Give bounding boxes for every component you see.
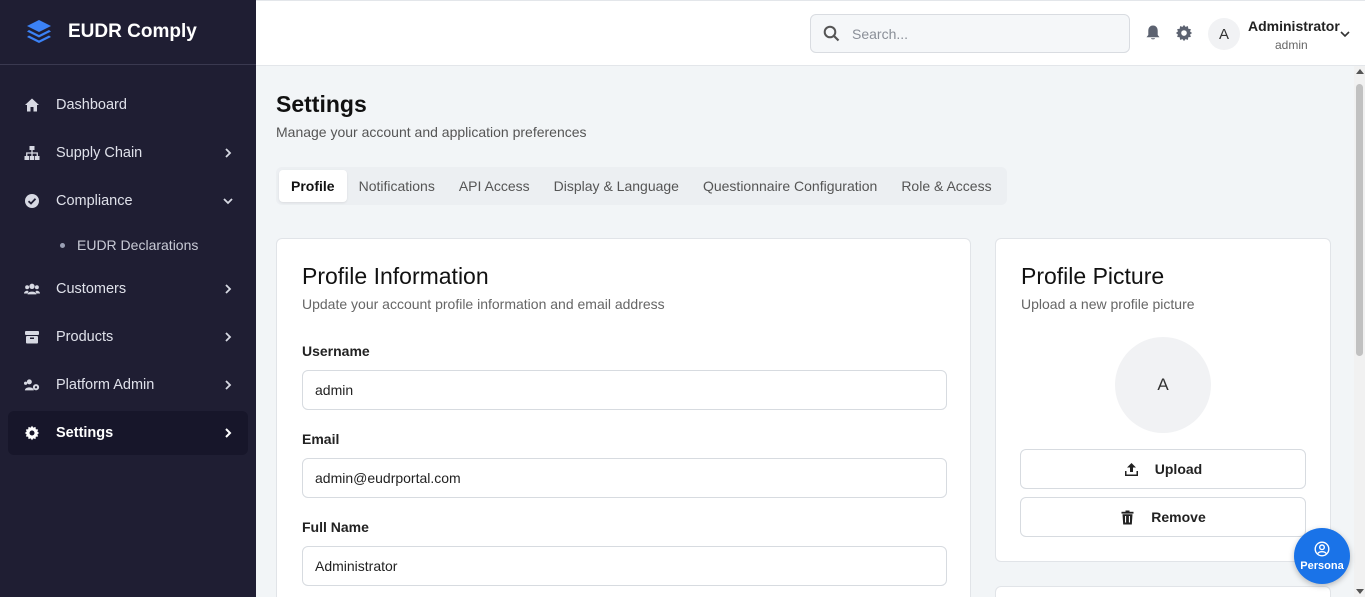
bullet-icon [60, 242, 65, 248]
brand[interactable]: EUDR Comply [0, 0, 256, 65]
users-cog-icon [24, 377, 40, 393]
gear-icon[interactable] [1175, 24, 1193, 42]
tab-profile[interactable]: Profile [279, 170, 347, 202]
home-icon [24, 97, 40, 113]
upload-icon [1124, 462, 1138, 476]
check-circle-icon [24, 193, 40, 209]
persona-button[interactable]: Persona [1294, 528, 1350, 584]
scroll-up-arrow-icon[interactable] [1356, 69, 1364, 74]
profile-picture-card: Profile Picture Upload a new profile pic… [995, 238, 1331, 562]
chevron-right-icon [225, 380, 232, 390]
card-subtitle: Update your account profile information … [302, 296, 665, 312]
sidebar-item-customers[interactable]: Customers [8, 267, 248, 311]
search-input[interactable] [852, 25, 1102, 42]
box-icon [24, 329, 40, 345]
profile-information-card: Profile Information Update your account … [276, 238, 971, 597]
sidebar-item-compliance[interactable]: Compliance [8, 179, 248, 223]
chevron-right-icon [225, 332, 232, 342]
user-name[interactable]: Administrator [1248, 18, 1340, 34]
user-role: admin [1275, 38, 1308, 52]
sidebar-nav: Dashboard Supply Chain Compliance EUDR D… [0, 65, 256, 455]
sidebar-item-platform-admin[interactable]: Platform Admin [8, 363, 248, 407]
sidebar-item-label: Platform Admin [56, 377, 155, 393]
upload-label: Upload [1154, 461, 1203, 477]
scrollbar-thumb[interactable] [1356, 84, 1363, 356]
sidebar-item-label: Customers [56, 281, 127, 297]
tab-notifications[interactable]: Notifications [347, 170, 447, 202]
sidebar-item-settings[interactable]: Settings [8, 411, 248, 455]
search-icon [823, 25, 840, 42]
sidebar-item-label: Settings [56, 425, 114, 441]
user-circle-icon [1314, 540, 1330, 557]
sidebar-item-label: Compliance [56, 193, 133, 209]
profile-avatar: A [1115, 337, 1211, 433]
chevron-down-icon [223, 198, 233, 205]
page-subtitle: Manage your account and application pref… [276, 124, 587, 140]
sitemap-icon [24, 145, 40, 161]
tab-api-access[interactable]: API Access [447, 170, 542, 202]
upload-button[interactable]: Upload [1020, 449, 1306, 489]
sidebar: EUDR Comply Dashboard Supply Chain Compl… [0, 0, 256, 597]
settings-tabs: Profile Notifications API Access Display… [276, 167, 1007, 205]
sidebar-subitem-eudr-declarations[interactable]: EUDR Declarations [8, 227, 248, 263]
sidebar-item-supply-chain[interactable]: Supply Chain [8, 131, 248, 175]
tab-role-access[interactable]: Role & Access [889, 170, 1003, 202]
sidebar-item-dashboard[interactable]: Dashboard [8, 83, 248, 127]
chevron-right-icon [225, 148, 232, 158]
chevron-right-icon [225, 428, 232, 438]
tab-questionnaire-configuration[interactable]: Questionnaire Configuration [691, 170, 889, 202]
sidebar-item-products[interactable]: Products [8, 315, 248, 359]
email-label: Email [302, 431, 340, 447]
full-name-label: Full Name [302, 519, 369, 535]
username-label: Username [302, 343, 370, 359]
persona-label: Persona [1300, 559, 1344, 572]
email-field[interactable] [302, 458, 947, 498]
layers-logo-icon [27, 20, 51, 43]
page-title: Settings [276, 91, 367, 117]
additional-card [995, 586, 1331, 597]
sidebar-item-label: Supply Chain [56, 145, 143, 161]
topbar: A Administrator admin [256, 0, 1365, 66]
card-title: Profile Information [302, 263, 489, 289]
search-box[interactable] [810, 14, 1130, 53]
remove-label: Remove [1151, 509, 1206, 525]
sidebar-item-label: EUDR Declarations [77, 237, 199, 253]
chevron-down-icon[interactable] [1339, 28, 1351, 40]
username-field[interactable] [302, 370, 947, 410]
full-name-field[interactable] [302, 546, 947, 586]
brand-name: EUDR Comply [68, 21, 197, 42]
card-title: Profile Picture [1021, 263, 1165, 289]
sidebar-item-label: Products [56, 329, 114, 345]
sidebar-item-label: Dashboard [56, 97, 127, 113]
tab-display-language[interactable]: Display & Language [542, 170, 691, 202]
user-avatar[interactable]: A [1208, 18, 1240, 50]
card-subtitle: Upload a new profile picture [1021, 296, 1195, 312]
remove-button[interactable]: Remove [1020, 497, 1306, 537]
scroll-down-arrow-icon[interactable] [1356, 589, 1364, 594]
users-icon [24, 281, 40, 297]
gear-icon [24, 425, 40, 441]
chevron-right-icon [225, 284, 232, 294]
trash-icon [1121, 510, 1134, 524]
main-content: Settings Manage your account and applica… [256, 66, 1354, 597]
bell-icon[interactable] [1144, 24, 1162, 42]
page-scrollbar[interactable] [1354, 66, 1365, 597]
